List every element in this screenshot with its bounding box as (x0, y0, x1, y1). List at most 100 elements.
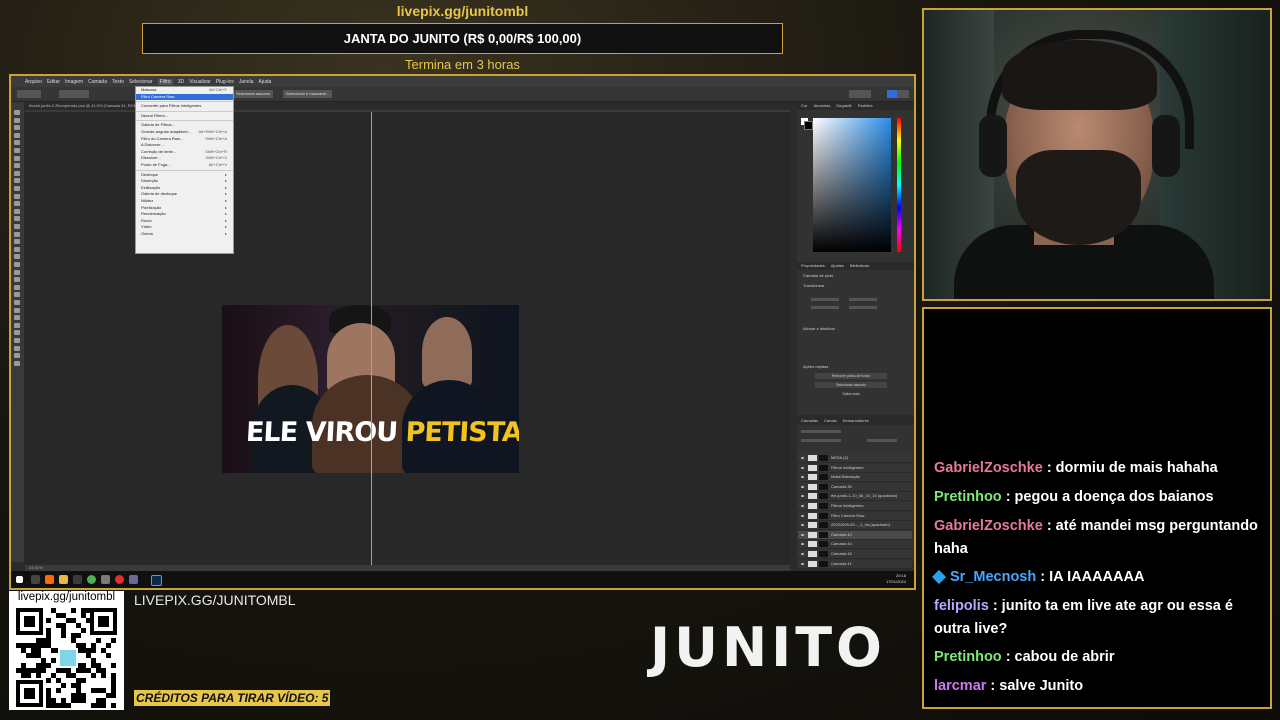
tool-icon[interactable] (14, 269, 20, 275)
layer-row[interactable]: ele-junito-1-10_06_03_15 (quadrado) (798, 492, 912, 502)
color-tab-amostras[interactable]: Amostras (813, 102, 830, 110)
tool-icon[interactable] (14, 277, 20, 283)
layer-row[interactable]: Filtro Camera Raw (798, 511, 912, 521)
layer-row[interactable]: Filtros Inteligentes (798, 463, 912, 473)
select-mask-button[interactable]: Selecionar e mascarar... (283, 90, 333, 98)
tool-icon[interactable] (14, 322, 20, 328)
filter-menu-item[interactable]: Grande-angular adaptável... Alt+Shift+Ctr… (136, 129, 233, 136)
windows-start-icon[interactable] (16, 576, 23, 583)
tool-icon[interactable] (14, 170, 20, 176)
filter-menu-item[interactable]: Converter para Filtros Inteligentes (136, 103, 233, 110)
eye-icon[interactable] (801, 476, 804, 479)
chat-username[interactable]: Pretinhoo (934, 649, 1002, 665)
tool-icon[interactable] (14, 284, 20, 290)
tool-icon[interactable] (14, 231, 20, 237)
remove-background-button[interactable]: Remover plano de fundo (815, 373, 887, 379)
filter-menu-item[interactable]: Filtro Camera Raw (136, 93, 233, 101)
filter-menu-item[interactable]: Neural Filters... (136, 113, 233, 120)
color-tab-cor[interactable]: Cor (801, 102, 807, 110)
y-field[interactable] (849, 306, 877, 309)
filter-menu-item[interactable]: Distorção ▸ (136, 178, 233, 185)
tool-icon[interactable] (14, 246, 20, 252)
layers-tab-canais[interactable]: Canais (824, 417, 836, 425)
blend-mode-select[interactable] (801, 439, 841, 442)
tool-icon[interactable] (14, 239, 20, 245)
tool-icon[interactable] (14, 125, 20, 131)
chat-username[interactable]: GabrielZoschke (934, 518, 1043, 534)
filter-menu-item[interactable]: Ruído ▸ (136, 218, 233, 225)
layer-row[interactable]: MESA (2) (798, 454, 912, 463)
tool-icon[interactable] (14, 345, 20, 351)
tool-icon[interactable] (14, 224, 20, 229)
tool-icon[interactable] (14, 140, 20, 146)
obs-icon[interactable] (115, 575, 124, 584)
tool-icon[interactable] (14, 353, 20, 359)
properties-tab-propriedades[interactable]: Propriedades (801, 262, 825, 270)
layer-row[interactable]: Camada 45 (798, 550, 912, 559)
menu-3d[interactable]: 3D (178, 79, 184, 85)
width-field[interactable] (811, 298, 839, 301)
app-icon[interactable] (73, 575, 82, 584)
eye-icon[interactable] (801, 514, 804, 517)
eye-icon[interactable] (801, 524, 804, 527)
tool-icon[interactable] (14, 193, 20, 199)
height-field[interactable] (811, 306, 839, 309)
chat-username[interactable]: larcmar (934, 678, 986, 694)
eye-icon[interactable] (801, 562, 804, 565)
layer-row[interactable]: 20231009-05..._3_hd-(quadrado) (798, 521, 912, 531)
tool-icon[interactable] (14, 163, 20, 169)
tool-icon[interactable] (14, 110, 20, 115)
tool-icon[interactable] (14, 117, 20, 123)
filter-menu-item[interactable]: Desfoque ▸ (136, 172, 233, 179)
layer-row[interactable]: Filtros Inteligentes (798, 502, 912, 511)
tool-option[interactable] (73, 90, 89, 98)
taskbar-clock[interactable]: 20:18 17/01/2024 (886, 573, 906, 585)
chat-username[interactable]: Sr_Mecnosh (950, 569, 1036, 585)
photoshop-icon[interactable] (151, 575, 162, 586)
tool-icon[interactable] (14, 307, 20, 313)
tool-icon[interactable] (14, 338, 20, 343)
filter-menu-item[interactable]: Galeria de Filtros... (136, 122, 233, 129)
menu-editar[interactable]: Editar (47, 79, 60, 85)
eye-icon[interactable] (801, 485, 804, 488)
menu-arquivo[interactable]: Arquivo (25, 79, 42, 85)
file-explorer-icon[interactable] (59, 575, 68, 584)
filter-menu-item[interactable]: Estilização ▸ (136, 185, 233, 192)
chat-username[interactable]: GabrielZoschke (934, 460, 1043, 476)
eye-icon[interactable] (801, 543, 804, 546)
tool-icon[interactable] (14, 155, 20, 161)
tool-icon[interactable] (14, 178, 20, 184)
properties-tab-bibliotecas[interactable]: Bibliotecas (850, 262, 869, 270)
app-icon[interactable] (129, 575, 138, 584)
filter-menu-item[interactable]: Galeria de desfoque ▸ (136, 191, 233, 198)
filter-menu-item[interactable]: Renderização ▸ (136, 211, 233, 218)
filter-menu-item[interactable]: Vídeo ▸ (136, 224, 233, 231)
tool-icon[interactable] (14, 330, 20, 336)
share-icon[interactable] (859, 90, 871, 98)
chrome-icon[interactable] (87, 575, 96, 584)
workspace-icon[interactable] (897, 90, 909, 98)
hue-slider[interactable] (897, 118, 901, 252)
filter-menu-item[interactable]: Correção de lente... Shift+Ctrl+R (136, 149, 233, 156)
tool-icon[interactable] (14, 148, 20, 153)
layer-filter-field[interactable] (801, 430, 841, 433)
filter-menu-item[interactable]: Filtro do Camera Raw... Shift+Ctrl+A (136, 136, 233, 143)
layers-tab-demarcadores[interactable]: Demarcadores (843, 417, 869, 425)
brush-preset-icon[interactable] (27, 90, 41, 98)
layer-row[interactable]: Matiz/Saturação (798, 473, 912, 483)
color-tab-degrad-[interactable]: Degradê (836, 102, 851, 110)
learn-more-link[interactable]: Saiba mais (815, 391, 887, 397)
chat-username[interactable]: felipolis (934, 598, 989, 614)
menu-visualizar[interactable]: Visualizar (189, 79, 211, 85)
opacity-field[interactable] (867, 439, 897, 442)
tool-icon[interactable] (14, 254, 20, 260)
color-tab-padr-es[interactable]: Padrões (858, 102, 873, 110)
select-subject-button[interactable]: Selecionar assunto (233, 90, 274, 98)
filter-menu-item[interactable]: Pixelização ▸ (136, 205, 233, 212)
x-field[interactable] (849, 298, 877, 301)
layer-row[interactable]: Camada 44 (798, 540, 912, 550)
menu-texto[interactable]: Texto (112, 79, 124, 85)
menu-janela[interactable]: Janela (239, 79, 254, 85)
tool-icon[interactable] (14, 315, 20, 321)
tool-icon[interactable] (14, 300, 20, 305)
